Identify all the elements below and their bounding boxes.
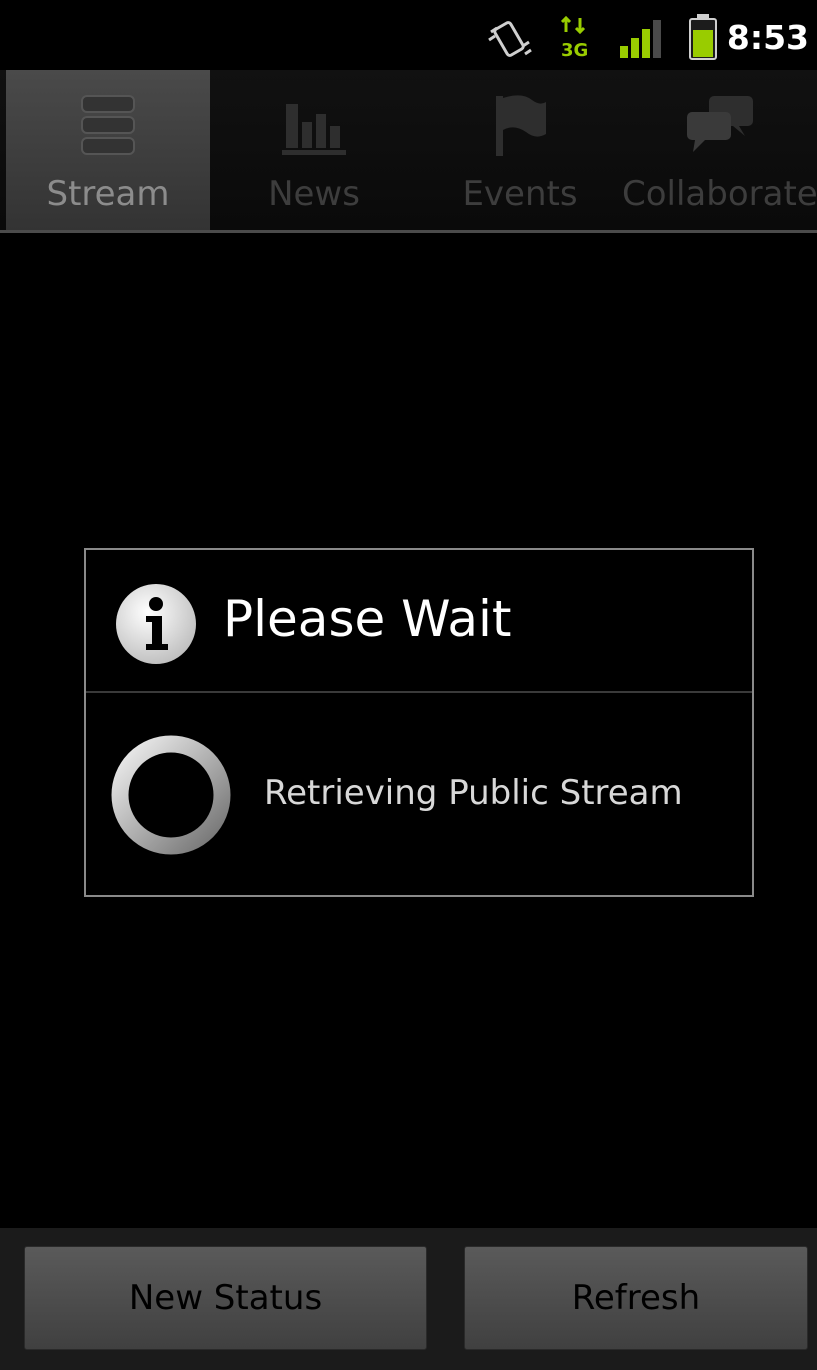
tab-events-label: Events — [462, 174, 578, 214]
new-status-button[interactable]: New Status — [24, 1246, 427, 1350]
tab-news[interactable]: News — [212, 70, 416, 230]
info-icon — [114, 582, 198, 670]
3g-data-icon: 3G — [560, 15, 590, 64]
stream-icon — [80, 94, 136, 162]
refresh-button[interactable]: Refresh — [464, 1246, 808, 1350]
vibrate-icon — [486, 18, 534, 64]
signal-icon — [620, 20, 662, 62]
tab-bar: Stream News Events Collaborate — [0, 70, 817, 233]
tab-events[interactable]: Events — [418, 70, 622, 230]
tab-news-label: News — [268, 174, 360, 214]
status-bar: 3G 8:53 — [0, 0, 817, 70]
tab-collaborate[interactable]: Collaborate — [622, 70, 817, 230]
loading-spinner — [110, 734, 232, 860]
svg-text:3G: 3G — [561, 40, 588, 60]
battery-icon — [688, 14, 718, 64]
news-icon — [282, 94, 346, 162]
tab-stream-label: Stream — [46, 174, 170, 214]
chat-bubbles-icon — [685, 94, 755, 158]
bottom-bar: New Status Refresh — [0, 1228, 817, 1370]
dialog-message: Retrieving Public Stream — [264, 773, 683, 813]
progress-dialog: Please Wait Retrieving Public Stream — [84, 548, 754, 897]
tab-collaborate-label: Collaborate — [622, 174, 817, 214]
dialog-header: Please Wait — [86, 550, 752, 693]
dialog-title: Please Wait — [223, 590, 512, 648]
tab-stream[interactable]: Stream — [6, 70, 210, 230]
clock: 8:53 — [726, 18, 809, 57]
flag-icon — [492, 94, 548, 162]
